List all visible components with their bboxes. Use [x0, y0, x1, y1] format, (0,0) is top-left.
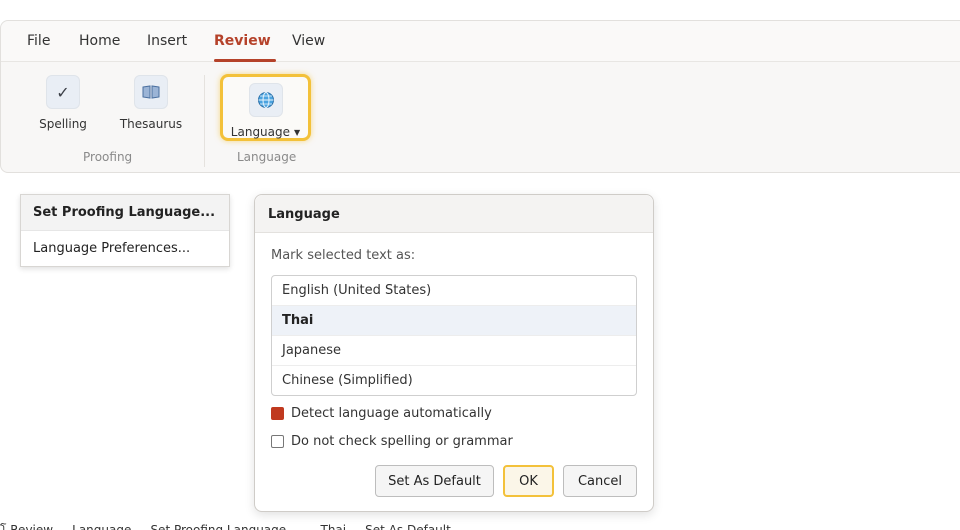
book-icon — [134, 75, 168, 109]
thesaurus-button[interactable]: Thesaurus — [117, 75, 185, 131]
language-button-inner: Language ▼ — [223, 83, 308, 139]
spelling-label: Spelling — [39, 117, 87, 131]
menu-item-set-proofing-language[interactable]: Set Proofing Language... — [21, 195, 229, 231]
thesaurus-label: Thesaurus — [119, 117, 183, 131]
ribbon: File Home Insert Review View ✓ Spelling … — [0, 20, 960, 173]
globe-icon — [248, 83, 283, 117]
language-dialog: Language Mark selected text as: English … — [254, 194, 654, 512]
no-check-checkbox-box[interactable] — [271, 435, 284, 448]
language-option-english[interactable]: English (United States) — [272, 276, 636, 306]
dropdown-caret-icon: ▼ — [294, 128, 301, 137]
dialog-prompt: Mark selected text as: — [271, 248, 416, 263]
menu-item-language-preferences[interactable]: Language Preferences... — [21, 231, 229, 267]
detect-language-checkbox-box[interactable] — [271, 407, 284, 420]
detect-language-checkbox[interactable]: Detect language automatically — [271, 406, 492, 421]
tab-insert[interactable]: Insert — [147, 33, 187, 49]
tab-view[interactable]: View — [292, 33, 325, 49]
tab-home[interactable]: Home — [79, 33, 120, 49]
language-option-thai[interactable]: Thai — [272, 306, 636, 336]
language-option-chinese[interactable]: Chinese (Simplified) — [272, 366, 636, 395]
dialog-title: Language — [255, 195, 653, 233]
spelling-button[interactable]: ✓ Spelling — [33, 75, 93, 131]
set-as-default-button[interactable]: Set As Default — [375, 465, 494, 497]
language-option-japanese[interactable]: Japanese — [272, 336, 636, 366]
proofing-group-label: Proofing — [83, 150, 133, 164]
ok-button[interactable]: OK — [503, 465, 554, 497]
active-tab-indicator — [214, 59, 276, 62]
no-check-checkbox[interactable]: Do not check spelling or grammar — [271, 434, 513, 449]
cancel-button[interactable]: Cancel — [563, 465, 637, 497]
tab-review[interactable]: Review — [214, 33, 271, 49]
ribbon-tabs: File Home Insert Review View — [1, 21, 960, 62]
language-button-text: Language ▼ — [223, 125, 308, 139]
group-divider — [204, 75, 205, 167]
check-icon: ✓ — [46, 75, 80, 109]
document-text-line: โ Review ... Language ... Set Proofing L… — [0, 523, 467, 530]
language-dropdown-menu: Set Proofing Language... Language Prefer… — [20, 194, 230, 267]
language-button-label: Language — [230, 125, 291, 139]
no-check-label: Do not check spelling or grammar — [291, 434, 513, 449]
detect-language-label: Detect language automatically — [291, 406, 492, 421]
language-button[interactable]: Language ▼ — [220, 74, 311, 141]
language-listbox[interactable]: English (United States) Thai Japanese Ch… — [271, 275, 637, 396]
language-group-label: Language — [237, 150, 297, 164]
tab-file[interactable]: File — [27, 33, 50, 49]
